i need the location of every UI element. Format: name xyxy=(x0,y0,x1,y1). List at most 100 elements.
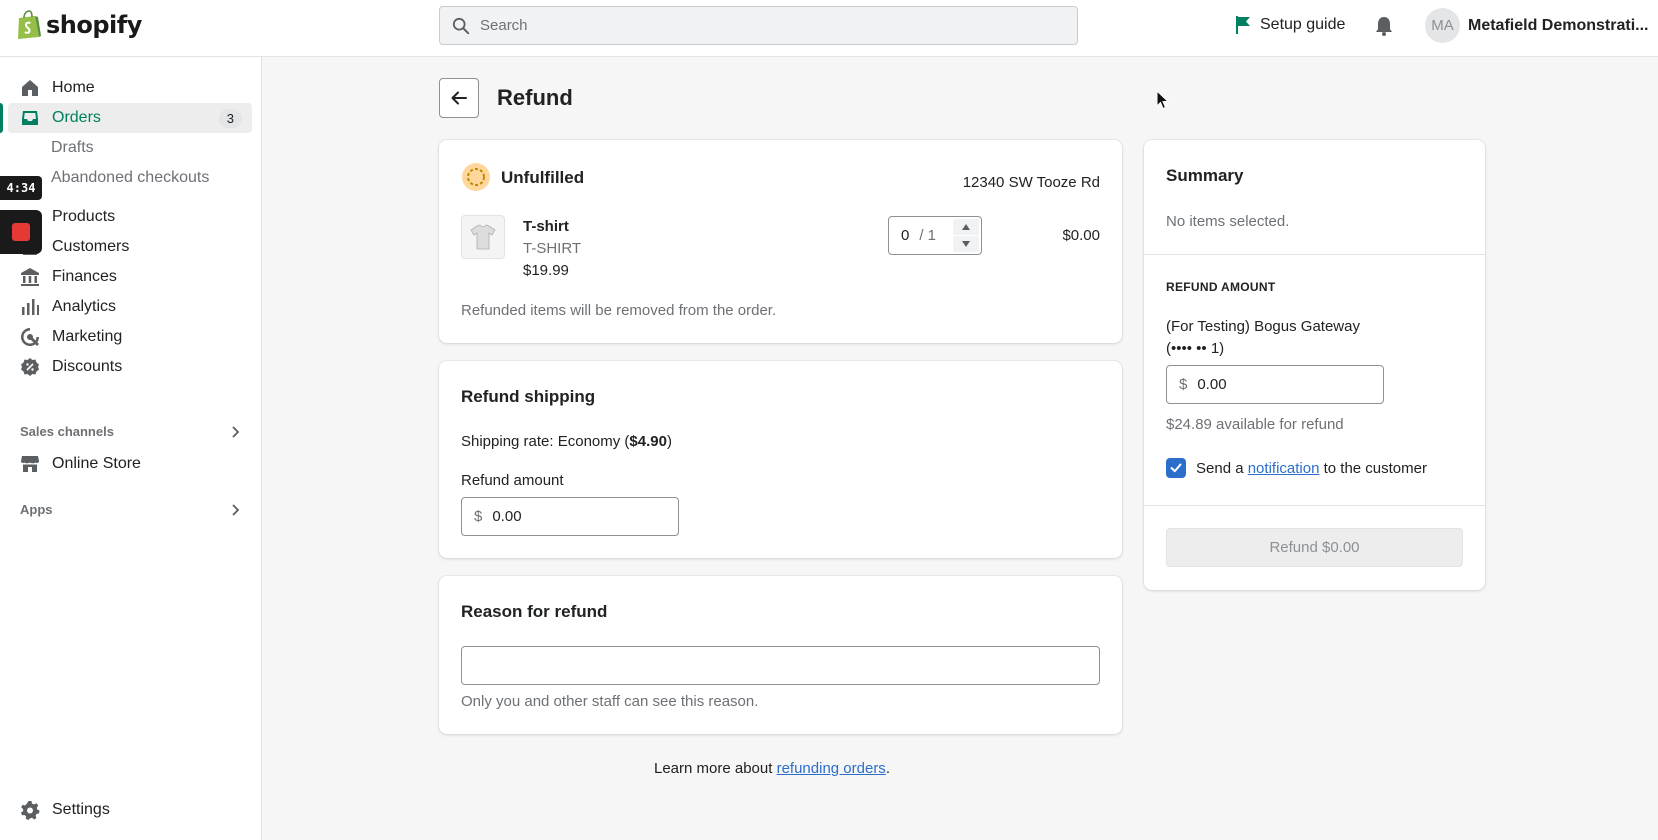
sidebar-item-label: Products xyxy=(52,208,116,225)
recording-timer: 4:34 xyxy=(0,176,42,200)
summary-divider xyxy=(1144,254,1485,255)
summary-card: Summary No items selected. REFUND AMOUNT… xyxy=(1144,140,1485,590)
quantity-stepper[interactable]: 0 / 1 xyxy=(888,216,982,255)
apps-header[interactable]: Apps xyxy=(20,502,242,517)
gateway-name: (For Testing) Bogus Gateway xyxy=(1166,318,1360,335)
learn-more-prefix: Learn more about xyxy=(654,760,777,777)
item-price: $19.99 xyxy=(523,262,569,279)
refund-note: Refunded items will be removed from the … xyxy=(461,302,777,319)
notify-suffix: to the customer xyxy=(1319,460,1427,477)
sidebar: Home Orders 3 Drafts Abandoned checkouts… xyxy=(0,57,262,840)
refunding-orders-link[interactable]: refunding orders xyxy=(777,760,886,777)
shopify-logo[interactable]: shopify xyxy=(16,10,142,40)
refund-amount-input[interactable]: $ 0.00 xyxy=(1166,365,1384,404)
search-icon xyxy=(452,17,470,34)
refund-amount-label: Refund amount xyxy=(461,472,564,489)
sidebar-item-analytics[interactable]: Analytics xyxy=(8,292,252,322)
increment-button[interactable] xyxy=(953,219,979,235)
back-button[interactable] xyxy=(439,78,479,118)
shipping-rate-prefix: Shipping rate: Economy ( xyxy=(461,433,630,450)
sidebar-item-online-store[interactable]: Online Store xyxy=(8,449,252,479)
stop-recording-button[interactable] xyxy=(0,210,42,254)
reason-help-text: Only you and other staff can see this re… xyxy=(461,693,759,710)
sidebar-item-label: Analytics xyxy=(52,298,117,315)
reason-input[interactable] xyxy=(461,646,1100,685)
fulfillment-status: Unfulfilled xyxy=(501,168,585,187)
arrow-left-icon xyxy=(451,91,467,105)
shipping-rate: Shipping rate: Economy ($4.90) xyxy=(461,433,672,450)
sales-channels-label: Sales channels xyxy=(20,424,114,439)
checkmark-icon xyxy=(1170,463,1182,473)
logo-text: shopify xyxy=(46,11,142,39)
caret-up-icon xyxy=(962,224,970,230)
learn-more-suffix: . xyxy=(885,760,890,777)
sidebar-item-orders[interactable]: Orders 3 xyxy=(8,103,252,133)
sidebar-item-settings[interactable]: Settings xyxy=(8,795,252,825)
notify-prefix: Send a xyxy=(1196,460,1248,477)
chevron-right-icon xyxy=(232,425,240,438)
learn-more: Learn more about refunding orders. xyxy=(654,760,890,777)
sidebar-item-home[interactable]: Home xyxy=(8,73,252,103)
orders-inbox-icon xyxy=(22,111,38,125)
orders-count-badge: 3 xyxy=(218,108,242,128)
sidebar-item-drafts[interactable]: Drafts xyxy=(8,133,252,163)
summary-title: Summary xyxy=(1166,166,1244,185)
shopify-bag-icon xyxy=(18,10,41,39)
store-name: Metafield Demonstrati... xyxy=(1468,16,1649,34)
product-thumbnail xyxy=(461,215,505,259)
mouse-cursor-icon xyxy=(1156,90,1170,110)
shipping-rate-amount: $4.90 xyxy=(629,433,667,450)
stop-icon xyxy=(12,223,30,241)
sidebar-item-label: Home xyxy=(52,79,95,96)
sidebar-item-marketing[interactable]: Marketing xyxy=(8,322,252,352)
refund-button[interactable]: Refund $0.00 xyxy=(1166,528,1463,567)
flag-icon xyxy=(1236,16,1250,34)
send-notification-checkbox[interactable] xyxy=(1166,458,1186,478)
target-icon xyxy=(21,328,39,346)
refund-shipping-title: Refund shipping xyxy=(461,387,596,406)
sidebar-item-products[interactable]: Products xyxy=(8,202,252,232)
shipping-rate-suffix: ) xyxy=(666,433,672,450)
tshirt-icon xyxy=(470,224,496,250)
summary-divider xyxy=(1144,505,1485,506)
setup-guide-button[interactable]: Setup guide xyxy=(1234,15,1345,35)
sidebar-item-discounts[interactable]: Discounts xyxy=(8,352,252,382)
notification-link[interactable]: notification xyxy=(1248,460,1320,477)
account-menu[interactable]: MA Metafield Demonstrati... xyxy=(1425,8,1648,43)
reason-card: Reason for refund Only you and other sta… xyxy=(439,576,1122,734)
top-bar: shopify Setup guide MA Metafield Demonst… xyxy=(0,0,1658,57)
sidebar-item-label: Abandoned checkouts xyxy=(51,169,210,186)
discount-icon xyxy=(21,358,39,376)
sidebar-item-label: Finances xyxy=(52,268,117,285)
sidebar-item-label: Online Store xyxy=(52,455,141,472)
stepper-controls xyxy=(953,219,979,252)
no-items-text: No items selected. xyxy=(1166,213,1290,230)
shipping-refund-amount-input[interactable]: $ 0.00 xyxy=(461,497,679,536)
page-title: Refund xyxy=(497,85,573,110)
active-nav-indicator xyxy=(0,103,3,133)
search-bar[interactable] xyxy=(439,6,1078,45)
item-name[interactable]: T-shirt xyxy=(523,218,569,235)
sidebar-item-abandoned-checkouts[interactable]: Abandoned checkouts xyxy=(8,163,252,193)
unfulfilled-status-icon xyxy=(462,163,490,191)
refund-amount-value: 0.00 xyxy=(1197,376,1227,393)
sales-channels-header[interactable]: Sales channels xyxy=(20,424,242,439)
sidebar-item-finances[interactable]: Finances xyxy=(8,262,252,292)
gear-icon xyxy=(21,801,40,820)
quantity-value: 0 xyxy=(901,227,910,244)
notification-bell-icon[interactable] xyxy=(1373,15,1395,37)
sidebar-item-customers[interactable]: Customers xyxy=(8,232,252,262)
chevron-right-icon xyxy=(232,503,240,516)
reason-title: Reason for refund xyxy=(461,602,608,621)
bar-chart-icon xyxy=(22,299,39,315)
search-input[interactable] xyxy=(480,17,1060,34)
decrement-button[interactable] xyxy=(953,236,979,252)
currency-symbol: $ xyxy=(1179,376,1188,393)
avatar: MA xyxy=(1425,8,1460,43)
send-notification-label: Send a notification to the customer xyxy=(1196,460,1427,477)
refund-amount-heading: REFUND AMOUNT xyxy=(1166,280,1276,294)
refund-shipping-card: Refund shipping Shipping rate: Economy (… xyxy=(439,361,1122,558)
setup-guide-label: Setup guide xyxy=(1260,16,1346,33)
quantity-max: / 1 xyxy=(919,227,937,244)
store-icon xyxy=(21,456,39,472)
